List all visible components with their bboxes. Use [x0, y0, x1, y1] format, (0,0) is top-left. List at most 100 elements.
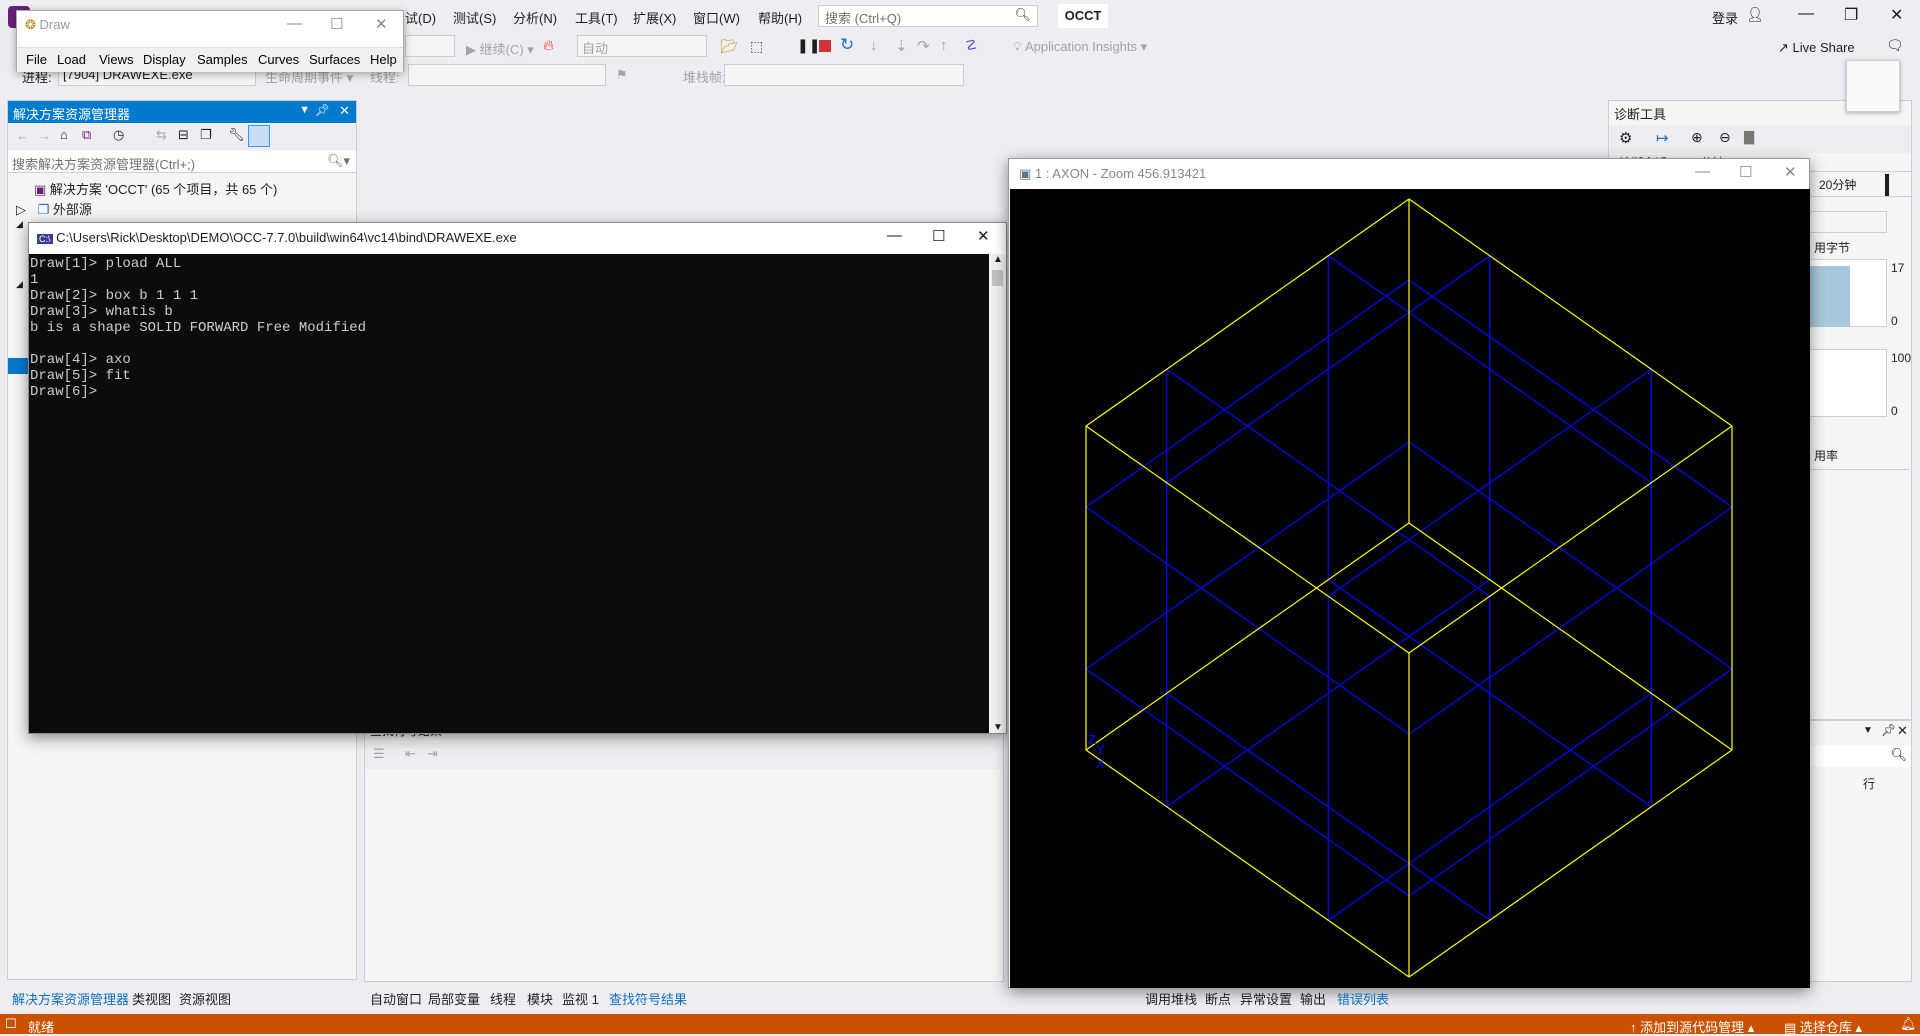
line-column-header[interactable]: 行 — [1863, 775, 1875, 792]
step-over-icon[interactable]: ⇣ — [895, 37, 908, 55]
home-icon[interactable]: ⌂ — [60, 127, 68, 142]
close-button[interactable]: ✕ — [375, 15, 388, 33]
tree-item-external-sources[interactable]: ▷ ❐ 外部源 — [8, 197, 356, 217]
tab-autos[interactable]: 自动窗口 — [370, 989, 422, 1008]
restart-icon[interactable]: ↻ — [840, 35, 854, 55]
live-share-button[interactable]: ↗ Live Share — [1778, 40, 1855, 56]
tab-exception-settings[interactable]: 异常设置 — [1240, 989, 1292, 1008]
draw-menu-load[interactable]: Load — [57, 52, 86, 67]
vs-search-input[interactable]: 搜索 (Ctrl+Q) 🔍︎ — [818, 5, 1038, 27]
menu-tools[interactable]: 工具(T) — [575, 8, 618, 27]
thread-combo[interactable] — [408, 64, 606, 86]
restore-button[interactable]: ❐ — [1844, 5, 1858, 25]
tab-call-stack[interactable]: 调用堆栈 — [1145, 989, 1197, 1008]
tab-threads[interactable]: 线程 — [490, 989, 516, 1008]
app-insights-button[interactable]: 💡︎ Application Insights ▾ — [1013, 39, 1147, 55]
next-icon[interactable]: ⇥ — [427, 746, 438, 762]
minimize-button[interactable]: — — [1695, 163, 1710, 180]
properties-icon[interactable]: 🔧︎ — [228, 127, 245, 143]
chart-settings-icon[interactable]: ▇ — [1744, 129, 1754, 145]
tab-output[interactable]: 输出 — [1300, 989, 1326, 1008]
stack-frame-combo[interactable] — [724, 64, 964, 86]
prev-icon[interactable]: ⇤ — [405, 746, 416, 762]
dropdown-icon[interactable]: ▼ — [299, 104, 310, 116]
pin-icon[interactable]: 📌︎ — [315, 103, 330, 117]
select-repo-button[interactable]: ▤ 选择仓库 ▴ — [1784, 1017, 1862, 1036]
window-layout-icon[interactable]: ⬚ — [750, 38, 763, 55]
clear-icon[interactable]: ☰ — [373, 746, 385, 762]
step-back-icon[interactable]: ↷ — [917, 37, 930, 55]
scrollbar-thumb[interactable] — [992, 270, 1003, 286]
flag-thread-icon[interactable]: ⚑ — [616, 67, 628, 83]
maximize-button[interactable]: ☐ — [330, 15, 343, 33]
pause-icon[interactable]: ❚❚ — [797, 37, 820, 54]
pending-changes-icon[interactable]: ◷ — [113, 127, 124, 143]
menu-help[interactable]: 帮助(H) — [758, 8, 802, 27]
tab-error-list[interactable]: 错误列表 — [1337, 989, 1389, 1008]
stop-icon[interactable] — [819, 40, 831, 52]
close-button[interactable]: ✕ — [1784, 163, 1797, 181]
right-search-input[interactable]: 🔍︎ — [1801, 745, 1911, 767]
open-folder-icon[interactable]: 📂︎ — [720, 38, 738, 55]
menu-debug[interactable]: 试(D) — [405, 8, 436, 27]
minimize-button[interactable]: — — [287, 15, 302, 32]
collapse-arrow-icon[interactable]: ◢ — [16, 219, 23, 230]
draw-menu-display[interactable]: Display — [143, 52, 186, 67]
switch-view-icon[interactable]: ⧉ — [82, 127, 91, 143]
dropdown-icon[interactable]: ▼ — [1863, 725, 1873, 736]
diagnostic-icon[interactable]: ☡ — [965, 37, 978, 54]
menu-test[interactable]: 测试(S) — [453, 8, 496, 27]
add-source-control-button[interactable]: ↑ 添加到源代码管理 ▴ — [1630, 1017, 1754, 1036]
tab-class-view[interactable]: 类视图 — [132, 989, 171, 1008]
settings-gear-icon[interactable]: ⚙ — [1619, 129, 1632, 147]
collapse-all-icon[interactable]: ⊟ — [178, 127, 189, 143]
draw-menu-curves[interactable]: Curves — [258, 52, 299, 67]
axon-3d-viewport[interactable]: ZYX — [1010, 189, 1810, 988]
draw-menu-views[interactable]: Views — [99, 52, 133, 67]
step-out-icon[interactable]: ↑ — [940, 37, 948, 54]
draw-menu-surfaces[interactable]: Surfaces — [309, 52, 360, 67]
preview-selected-icon[interactable] — [248, 125, 270, 147]
feedback-icon[interactable]: 🗨︎ — [1886, 37, 1904, 54]
show-all-files-icon[interactable]: ❐ — [200, 127, 212, 143]
selected-tree-item[interactable] — [8, 358, 30, 374]
tab-modules[interactable]: 模块 — [527, 989, 553, 1008]
maximize-button[interactable]: ☐ — [932, 227, 945, 245]
notifications-bell-icon[interactable]: 🔔︎ — [1900, 1016, 1917, 1032]
close-button[interactable]: ✕ — [977, 227, 990, 245]
draw-menu-samples[interactable]: Samples — [197, 52, 248, 67]
export-icon[interactable]: ↦ — [1656, 129, 1669, 147]
tab-locals[interactable]: 局部变量 — [428, 989, 480, 1008]
scroll-up-icon[interactable]: ▲ — [993, 254, 1003, 265]
login-link[interactable]: 登录 — [1712, 8, 1738, 27]
continue-button[interactable]: ▶ 继续(C) ▾ — [466, 39, 534, 58]
menu-analyze[interactable]: 分析(N) — [513, 8, 557, 27]
maximize-button[interactable]: ☐ — [1739, 163, 1752, 181]
tree-item-solution[interactable]: ▣ 解决方案 'OCCT' (65 个项目，共 65 个) — [8, 177, 356, 197]
console-scrollbar[interactable]: ▲ ▼ — [989, 254, 1006, 733]
zoom-in-icon[interactable]: ⊕ — [1691, 129, 1703, 146]
close-panel-icon[interactable]: ✕ — [339, 103, 350, 119]
tab-breakpoints[interactable]: 断点 — [1205, 989, 1231, 1008]
minimize-button[interactable]: — — [1798, 5, 1814, 23]
collapse-arrow-icon[interactable]: ◢ — [16, 279, 23, 290]
auto-combo[interactable]: 自动 — [577, 35, 707, 57]
tab-watch-1[interactable]: 监视 1 — [562, 989, 599, 1008]
tab-find-symbol-results[interactable]: 查找符号结果 — [609, 989, 687, 1008]
sync-icon[interactable]: ⇆ — [156, 127, 167, 143]
back-icon[interactable]: ← — [16, 128, 29, 143]
tab-resource-view[interactable]: 资源视图 — [179, 989, 231, 1008]
config-combo[interactable] — [405, 35, 455, 57]
step-into-icon[interactable]: ↓ — [870, 37, 878, 54]
close-button[interactable]: ✕ — [1890, 5, 1903, 25]
timeline-marker[interactable] — [1885, 174, 1889, 196]
close-panel-icon[interactable]: ✕ — [1897, 723, 1908, 739]
hot-reload-icon[interactable]: 🔥︎ — [543, 37, 554, 54]
zoom-out-icon[interactable]: ⊖ — [1719, 129, 1731, 146]
account-icon[interactable]: 👤︎ — [1746, 6, 1764, 23]
console-output[interactable]: Draw[1]> pload ALL 1 Draw[2]> box b 1 1 1D… — [29, 254, 989, 733]
menu-extensions[interactable]: 扩展(X) — [633, 8, 676, 27]
solution-explorer-search[interactable]: 搜索解决方案资源管理器(Ctrl+;) 🔍︎▾ — [8, 151, 356, 173]
draw-menu-file[interactable]: File — [26, 52, 47, 67]
draw-menu-help[interactable]: Help — [370, 52, 397, 67]
